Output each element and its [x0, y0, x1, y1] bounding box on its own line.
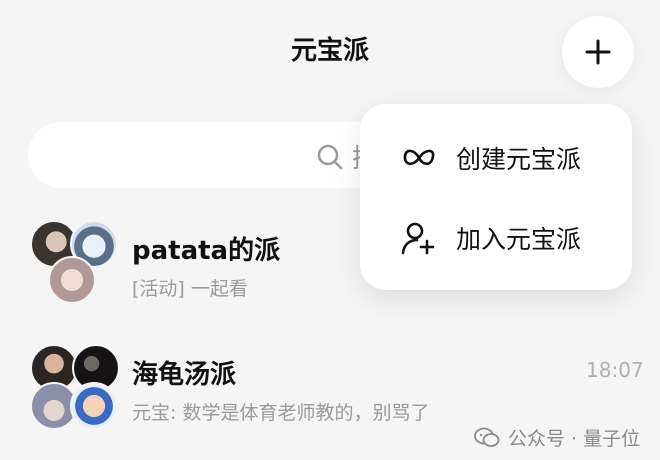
chat-time: 18:07	[586, 358, 644, 382]
menu-item-label: 加入元宝派	[456, 225, 582, 254]
page-title: 元宝派	[290, 36, 369, 66]
wechat-icon	[474, 427, 500, 447]
plus-icon	[585, 39, 611, 65]
search-icon	[317, 144, 343, 169]
add-user-icon	[401, 222, 435, 255]
chat-last-message: [活动] 一起看	[132, 278, 248, 300]
menu-item-label: 创建元宝派	[456, 145, 582, 174]
menu-item-create[interactable]: 创建元宝派	[360, 118, 632, 198]
chat-name: patata的派	[132, 236, 281, 266]
avatar	[48, 256, 96, 304]
add-button[interactable]	[562, 16, 634, 88]
menu-item-join[interactable]: 加入元宝派	[360, 198, 632, 278]
group-avatar	[28, 216, 118, 306]
watermark: 公众号 · 量子位	[474, 424, 640, 451]
infinity-icon	[403, 149, 435, 166]
avatar	[70, 382, 118, 430]
group-avatar	[28, 340, 120, 430]
add-menu-popup: 创建元宝派 加入元宝派	[360, 104, 632, 290]
watermark-text: 公众号 · 量子位	[508, 428, 641, 450]
chat-last-message: 元宝: 数学是体育老师教的，别骂了	[132, 402, 430, 424]
chat-name: 海龟汤派	[132, 360, 237, 390]
